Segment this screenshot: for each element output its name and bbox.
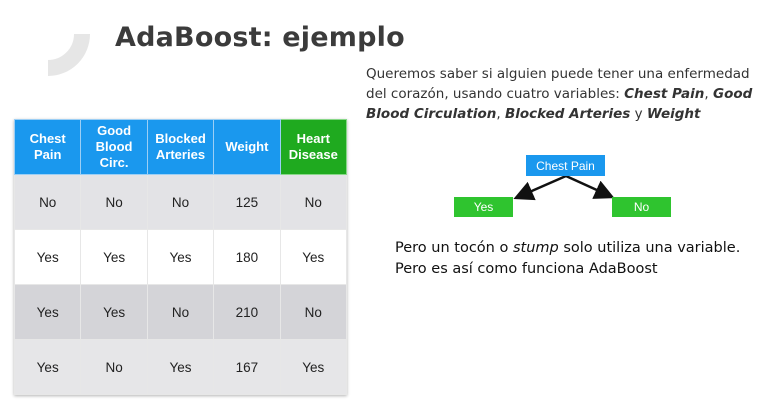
arrow-right xyxy=(565,174,615,199)
stump-leaf-yes: Yes xyxy=(454,197,513,217)
note-stump-word: stump xyxy=(512,240,559,256)
arrow-left xyxy=(513,174,567,201)
stump-leaf-no: No xyxy=(612,197,671,217)
stump-note: Pero un tocón o stump solo utiliza una v… xyxy=(395,238,775,280)
note-line-1-b: solo utiliza una variable. xyxy=(558,240,741,256)
note-line-1: Pero un tocón o stump solo utiliza una v… xyxy=(395,238,775,259)
stump-root-node: Chest Pain xyxy=(526,155,605,176)
note-line-1-a: Pero un tocón o xyxy=(395,240,513,256)
note-line-2: Pero es así como funciona AdaBoost xyxy=(395,261,658,277)
